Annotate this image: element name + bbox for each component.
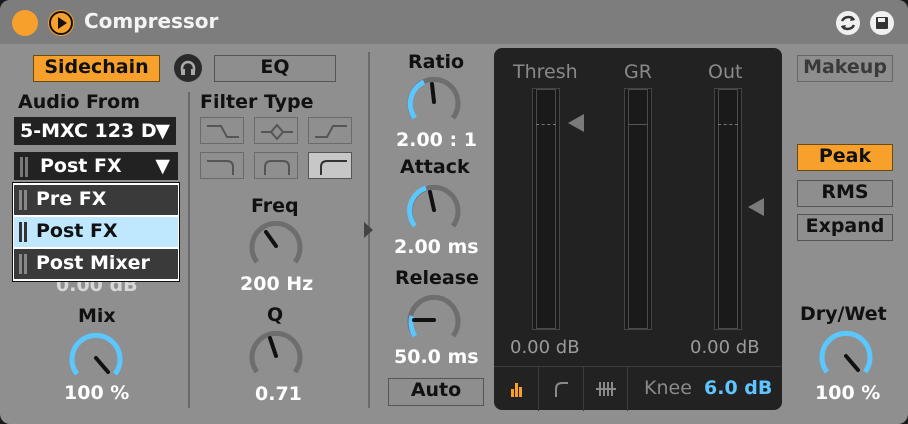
collapsed-view-icon[interactable] (584, 367, 628, 411)
mix-label: Mix (78, 305, 116, 327)
ratio-label: Ratio (408, 51, 465, 73)
thresh-value: 0.00 dB (510, 337, 580, 358)
drywet-knob[interactable] (814, 326, 878, 382)
power-icon[interactable] (12, 10, 38, 36)
dropdown-option-post-fx[interactable]: Post FX (14, 217, 178, 247)
release-label: Release (395, 267, 479, 289)
meter-tap-icon (19, 254, 27, 274)
freq-knob[interactable] (244, 216, 308, 272)
chevron-down-icon: ▼ (155, 155, 170, 177)
gr-label: GR (624, 61, 652, 83)
attack-value: 2.00 ms (394, 236, 479, 258)
audio-from-label: Audio From (18, 91, 140, 113)
q-value: 0.71 (255, 383, 302, 405)
audio-from-value: 5-MXC 123 D (20, 120, 157, 142)
rms-mode-button[interactable]: RMS (797, 180, 893, 207)
chevron-down-icon: ▼ (155, 120, 170, 142)
ratio-value: 2.00 : 1 (396, 129, 477, 151)
meter-tap-icon (20, 157, 28, 177)
drywet-value: 100 % (815, 382, 881, 404)
collapse-arrow-icon[interactable] (364, 222, 373, 238)
tap-point-value: Post FX (40, 155, 122, 177)
release-value: 50.0 ms (394, 346, 479, 368)
dropdown-option-pre-fx[interactable]: Pre FX (14, 185, 178, 215)
low-pass-icon[interactable] (200, 117, 244, 144)
tap-point-dropdown: Pre FX Post FX Post Mixer (12, 182, 180, 282)
headphones-icon[interactable] (174, 54, 202, 82)
activity-view-icon[interactable] (494, 367, 539, 411)
out-label: Out (708, 61, 743, 83)
knee-label: Knee (644, 377, 692, 399)
expand-mode-button[interactable]: Expand (797, 214, 893, 241)
freq-value: 200 Hz (240, 273, 314, 295)
meter-panel: Thresh GR Out 0.00 dB 0.00 dB Knee 6.0 d… (494, 48, 782, 411)
output-handle-icon[interactable] (748, 198, 764, 216)
thresh-label: Thresh (513, 61, 578, 83)
hot-swap-icon[interactable] (836, 11, 860, 35)
dropdown-option-post-mixer[interactable]: Post Mixer (14, 249, 178, 279)
panel-view-bar: Knee 6.0 dB (494, 366, 782, 411)
meter-tap-icon (19, 190, 27, 210)
freq-label: Freq (251, 195, 299, 217)
audio-from-select[interactable]: 5-MXC 123 D ▼ (14, 117, 176, 145)
save-preset-icon[interactable] (870, 11, 894, 35)
meter-tap-icon (19, 222, 27, 242)
mix-knob[interactable] (64, 328, 128, 384)
makeup-button[interactable]: Makeup (797, 55, 893, 82)
transfer-curve-icon[interactable] (539, 367, 584, 411)
thresh-meter[interactable] (532, 88, 560, 330)
out-meter (714, 88, 742, 330)
shelf-low-icon[interactable] (200, 152, 244, 179)
play-icon[interactable] (48, 10, 74, 36)
drywet-label: Dry/Wet (800, 303, 887, 325)
sidechain-eq-button[interactable]: EQ (214, 55, 336, 82)
peak-icon[interactable] (254, 152, 298, 179)
out-value: 0.00 dB (690, 337, 760, 358)
threshold-handle-icon[interactable] (568, 114, 584, 132)
band-pass-icon[interactable] (254, 117, 298, 144)
tap-point-select[interactable]: Post FX ▼ (14, 152, 178, 180)
shelf-high-icon[interactable] (308, 152, 352, 179)
sidechain-toggle-button[interactable]: Sidechain (33, 55, 160, 82)
ratio-knob[interactable] (402, 72, 466, 128)
filter-type-label: Filter Type (200, 91, 314, 113)
high-pass-icon[interactable] (308, 117, 352, 144)
divider (188, 92, 190, 408)
release-knob[interactable] (402, 290, 466, 346)
compressor-device: Compressor Sidechain EQ Audio From 5-MXC… (0, 0, 908, 424)
mix-value: 100 % (64, 382, 130, 404)
auto-release-button[interactable]: Auto (388, 378, 484, 406)
peak-mode-button[interactable]: Peak (797, 144, 893, 171)
device-title: Compressor (84, 9, 219, 33)
q-knob[interactable] (244, 326, 308, 382)
device-titlebar: Compressor (0, 0, 908, 44)
attack-knob[interactable] (402, 180, 466, 236)
gr-meter (624, 88, 652, 330)
attack-label: Attack (400, 156, 470, 178)
knee-value[interactable]: 6.0 dB (704, 377, 772, 399)
q-label: Q (267, 304, 284, 326)
